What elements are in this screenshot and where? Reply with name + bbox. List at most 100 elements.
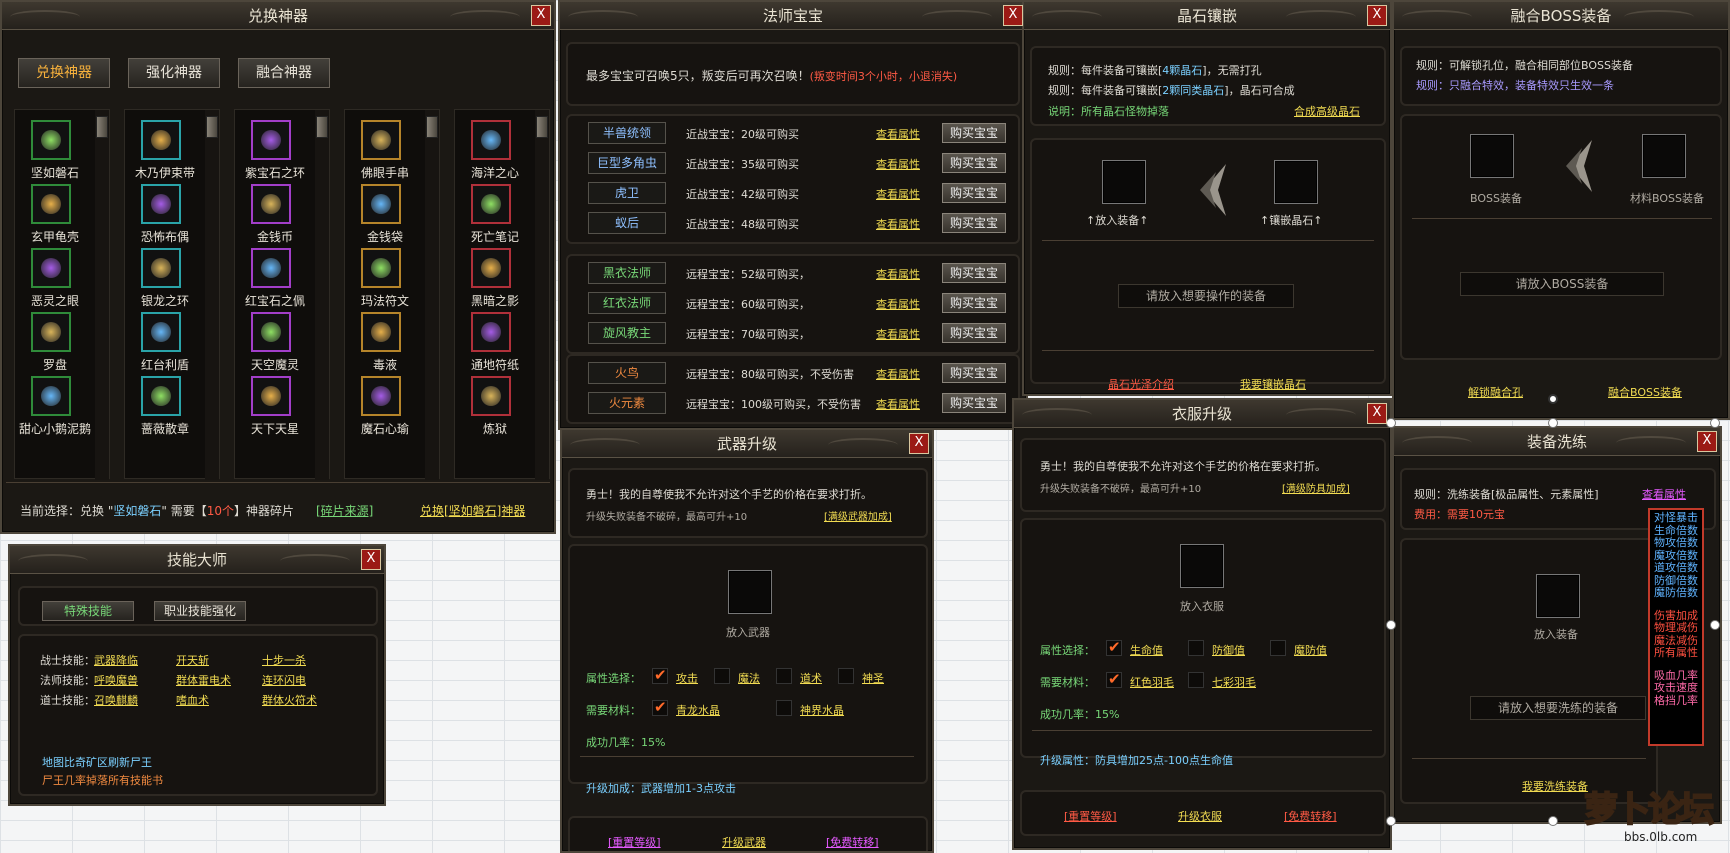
fragment-source-link[interactable]: [碎片来源]	[316, 502, 373, 519]
artifact-item[interactable]	[141, 248, 181, 288]
gem-close-button[interactable]: X	[1367, 5, 1387, 26]
skill-link[interactable]: 连环闪电	[262, 672, 306, 688]
armor-slot[interactable]	[1180, 544, 1224, 588]
boss-target-field[interactable]: 请放入BOSS装备	[1460, 272, 1664, 296]
armor-transfer-link[interactable]: [免费转移]	[1284, 808, 1337, 824]
artifact-item[interactable]	[361, 248, 401, 288]
tab-fuse[interactable]: 融合神器	[238, 58, 330, 88]
attr-tao-checkbox[interactable]	[776, 668, 792, 684]
buy-pet-button[interactable]: 购买宝宝	[942, 153, 1006, 173]
exchange-close-button[interactable]: X	[531, 5, 551, 26]
refine-attr-option[interactable]: 所有属性	[1654, 646, 1702, 660]
armor-close-button[interactable]: X	[1367, 403, 1387, 424]
scrollbar-thumb[interactable]	[426, 116, 438, 138]
armor-upgrade-link[interactable]: 升级衣服	[1178, 808, 1222, 824]
artifact-item[interactable]	[471, 376, 511, 416]
selection-handle[interactable]	[1386, 620, 1396, 630]
attr-magic-checkbox[interactable]	[714, 668, 730, 684]
view-attr-link[interactable]: 查看属性	[876, 126, 920, 142]
artifact-item[interactable]	[31, 120, 71, 160]
compose-gem-link[interactable]: 合成高级晶石	[1294, 103, 1360, 119]
mat-god-crystal-checkbox[interactable]	[776, 700, 792, 716]
rotate-handle[interactable]	[1548, 394, 1558, 404]
selection-handle[interactable]	[1548, 418, 1558, 428]
view-attr-link[interactable]: 查看属性	[876, 186, 920, 202]
attr-holy-checkbox[interactable]	[838, 668, 854, 684]
pet-name-button[interactable]: 虎卫	[588, 182, 666, 204]
view-attr-link[interactable]: 查看属性	[876, 296, 920, 312]
weapon-close-button[interactable]: X	[909, 433, 929, 454]
selection-handle[interactable]	[1386, 816, 1396, 826]
armor-reset-link[interactable]: [重置等级]	[1064, 808, 1117, 824]
weapon-slot[interactable]	[728, 570, 772, 614]
scrollbar[interactable]	[205, 110, 219, 480]
artifact-item[interactable]	[471, 312, 511, 352]
mat-dragon-crystal-checkbox[interactable]	[652, 698, 668, 716]
refine-attr-option[interactable]: 攻击速度	[1654, 681, 1702, 695]
tab-enhance[interactable]: 强化神器	[128, 58, 220, 88]
artifact-item[interactable]	[31, 312, 71, 352]
artifact-item[interactable]	[471, 248, 511, 288]
scrollbar-thumb[interactable]	[536, 116, 548, 138]
skill-link[interactable]: 呼唤魔兽	[94, 672, 138, 688]
buy-pet-button[interactable]: 购买宝宝	[942, 183, 1006, 203]
scrollbar[interactable]	[315, 110, 329, 480]
artifact-item[interactable]	[251, 312, 291, 352]
artifact-item[interactable]	[141, 376, 181, 416]
artifact-item[interactable]	[141, 184, 181, 224]
pet-name-button[interactable]: 红衣法师	[588, 292, 666, 314]
skill-link[interactable]: 嗜血术	[176, 692, 209, 708]
boss-equip-slot[interactable]	[1470, 134, 1514, 178]
artifact-item[interactable]	[471, 120, 511, 160]
scrollbar[interactable]	[425, 110, 439, 480]
tab-special-skill[interactable]: 特殊技能	[42, 601, 134, 621]
scrollbar-thumb[interactable]	[316, 116, 328, 138]
inlay-gem-link[interactable]: 我要镶嵌晶石	[1240, 376, 1306, 392]
artifact-item[interactable]	[251, 120, 291, 160]
view-attr-link[interactable]: 查看属性	[876, 216, 920, 232]
pet-name-button[interactable]: 黑衣法师	[588, 262, 666, 284]
buy-pet-button[interactable]: 购买宝宝	[942, 123, 1006, 143]
refine-view-link[interactable]: 查看属性	[1642, 486, 1686, 502]
weapon-transfer-link[interactable]: [免费转移]	[826, 834, 879, 850]
skill-link[interactable]: 十步一杀	[262, 652, 306, 668]
skill-link[interactable]: 群体雷电术	[176, 672, 231, 688]
weapon-max-link[interactable]: [满级武器加成]	[824, 508, 892, 523]
view-attr-link[interactable]: 查看属性	[876, 156, 920, 172]
scrollbar-thumb[interactable]	[96, 116, 108, 138]
exchange-confirm-link[interactable]: 兑换[坚如磐石]神器	[420, 502, 525, 519]
skill-close-button[interactable]: X	[361, 549, 381, 570]
attr-def-checkbox[interactable]	[1188, 640, 1204, 656]
view-attr-link[interactable]: 查看属性	[876, 366, 920, 382]
buy-pet-button[interactable]: 购买宝宝	[942, 213, 1006, 233]
view-attr-link[interactable]: 查看属性	[876, 266, 920, 282]
buy-pet-button[interactable]: 购买宝宝	[942, 293, 1006, 313]
artifact-item[interactable]	[361, 312, 401, 352]
artifact-item[interactable]	[141, 120, 181, 160]
pet-name-button[interactable]: 火鸟	[588, 362, 666, 384]
scrollbar[interactable]	[535, 110, 549, 480]
mat-red-feather-checkbox[interactable]	[1106, 670, 1122, 688]
pet-close-button[interactable]: X	[1003, 5, 1023, 26]
pet-name-button[interactable]: 半兽统领	[588, 122, 666, 144]
selection-handle[interactable]	[1548, 816, 1558, 826]
view-attr-link[interactable]: 查看属性	[876, 396, 920, 412]
armor-max-link[interactable]: [满级防具加成]	[1282, 480, 1350, 495]
gem-slot[interactable]	[1274, 160, 1318, 204]
refine-attr-option[interactable]: 物理减伤	[1654, 621, 1702, 635]
material-boss-slot[interactable]	[1642, 134, 1686, 178]
refine-target-field[interactable]: 请放入想要洗练的装备	[1470, 696, 1646, 720]
pet-name-button[interactable]: 蚁后	[588, 212, 666, 234]
weapon-reset-link[interactable]: [重置等级]	[608, 834, 661, 850]
scrollbar-thumb[interactable]	[206, 116, 218, 138]
artifact-item[interactable]	[361, 376, 401, 416]
skill-link[interactable]: 开天斩	[176, 652, 209, 668]
buy-pet-button[interactable]: 购买宝宝	[942, 323, 1006, 343]
refine-attr-option[interactable]: 道攻倍数	[1654, 561, 1702, 575]
gem-intro-link[interactable]: 晶石光泽介绍	[1108, 376, 1174, 392]
pet-name-button[interactable]: 火元素	[588, 392, 666, 414]
unlock-slot-link[interactable]: 解锁融合孔	[1468, 384, 1523, 400]
refine-close-button[interactable]: X	[1697, 431, 1717, 452]
refine-attr-option[interactable]: 格挡几率	[1654, 694, 1702, 708]
attr-hp-checkbox[interactable]	[1106, 638, 1122, 656]
